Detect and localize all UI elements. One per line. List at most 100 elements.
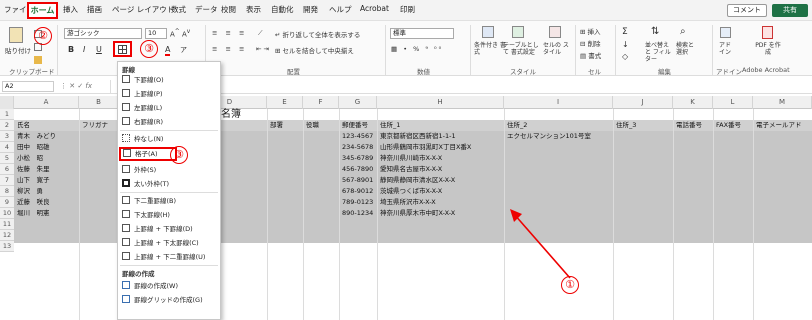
menu-item-top-double-bottom-border[interactable]: 上罫線 + 下二重罫線(U) bbox=[122, 251, 205, 263]
header-cell[interactable]: フリガナ bbox=[82, 120, 108, 131]
autosum-icon[interactable]: Σ bbox=[622, 27, 628, 37]
header-cell[interactable]: 住所_1 bbox=[380, 120, 400, 131]
cell-name[interactable]: 堀川 明憲 bbox=[17, 208, 50, 219]
row-header[interactable]: 5 bbox=[0, 153, 14, 164]
sort-filter-icon[interactable]: ⇅ bbox=[651, 26, 659, 37]
menu-item-top-border[interactable]: 上罫線(P) bbox=[122, 88, 163, 100]
orientation-icon[interactable]: ⟋ bbox=[258, 29, 263, 38]
number-format-icons[interactable]: ▦ • % ⁹ ⁰⁰ bbox=[391, 45, 443, 53]
cell-zip[interactable]: 123-4567 bbox=[342, 131, 373, 142]
header-cell[interactable]: 住所_2 bbox=[507, 120, 527, 131]
column-header-f[interactable]: F bbox=[303, 96, 339, 109]
menu-item-right-border[interactable]: 右罫線(R) bbox=[122, 116, 163, 128]
tab-formulas[interactable]: 数式 bbox=[171, 4, 186, 18]
cell-address2[interactable]: エクセルマンション101号室 bbox=[507, 131, 591, 142]
cell-name[interactable]: 近藤 咲良 bbox=[17, 197, 50, 208]
tab-acrobat[interactable]: Acrobat bbox=[360, 4, 389, 18]
format-cells-button[interactable]: ▤ 書式 bbox=[580, 50, 601, 60]
menu-item-all-borders[interactable]: 格子(A) bbox=[119, 147, 177, 161]
vertical-align-icons[interactable]: ≡ ≡ ≡ bbox=[212, 29, 247, 37]
row-header[interactable]: 2 bbox=[0, 120, 14, 131]
conditional-format-icon[interactable] bbox=[482, 26, 494, 38]
indent-icons[interactable]: ⇤⇥ bbox=[256, 45, 271, 53]
row-header[interactable]: 11 bbox=[0, 219, 14, 230]
cell-zip[interactable]: 234-5678 bbox=[342, 142, 373, 153]
addins-icon[interactable] bbox=[720, 27, 731, 38]
cell-address1[interactable]: 神奈川県川崎市X-X-X bbox=[380, 153, 442, 164]
row-header[interactable]: 10 bbox=[0, 208, 14, 219]
cell-name[interactable]: 小松 昭 bbox=[17, 153, 43, 164]
header-cell[interactable]: 郵便番号 bbox=[342, 120, 368, 131]
tab-home[interactable]: ホーム bbox=[27, 2, 58, 19]
menu-item-left-border[interactable]: 左罫線(L) bbox=[122, 102, 162, 114]
column-header-j[interactable]: J bbox=[613, 96, 673, 109]
cell-name[interactable]: 青木 みどり bbox=[17, 131, 56, 142]
table-format-icon[interactable] bbox=[512, 26, 524, 38]
column-header-b[interactable]: B bbox=[79, 96, 119, 109]
cell-address1[interactable]: 埼玉県所沢市X-X-X bbox=[380, 197, 436, 208]
column-header-i[interactable]: I bbox=[504, 96, 613, 109]
row-header[interactable]: 9 bbox=[0, 197, 14, 208]
menu-item-bottom-border[interactable]: 下罫線(O) bbox=[122, 74, 164, 86]
bold-icon[interactable]: B bbox=[68, 45, 74, 54]
column-header-h[interactable]: H bbox=[377, 96, 504, 109]
clear-icon[interactable]: ◇ bbox=[622, 52, 628, 61]
menu-item-top-thick-bottom-border[interactable]: 上罫線 + 下太罫線(C) bbox=[122, 237, 199, 249]
menu-item-draw-border[interactable]: 罫線の作成(W) bbox=[122, 280, 178, 292]
insert-cells-button[interactable]: ⊞ 挿入 bbox=[580, 26, 601, 36]
tab-insert[interactable]: 挿入 bbox=[63, 4, 78, 18]
borders-button[interactable] bbox=[113, 41, 132, 57]
row-header[interactable]: 3 bbox=[0, 131, 14, 142]
cell-name[interactable]: 山下 寛子 bbox=[17, 175, 50, 186]
row-header[interactable]: 8 bbox=[0, 186, 14, 197]
tab-developer[interactable]: 開発 bbox=[303, 4, 318, 18]
tab-automate[interactable]: 自動化 bbox=[271, 4, 294, 18]
pdf-icon[interactable] bbox=[762, 26, 773, 39]
header-cell[interactable]: 住所_3 bbox=[616, 120, 636, 131]
font-shrink-icon[interactable]: Av bbox=[182, 29, 190, 38]
cell-name[interactable]: 田中 昭雄 bbox=[17, 142, 50, 153]
cell-name[interactable]: 柳沢 勇 bbox=[17, 186, 43, 197]
font-grow-icon[interactable]: A^ bbox=[170, 29, 180, 38]
tab-print[interactable]: 印刷 bbox=[400, 4, 415, 18]
cell-address1[interactable]: 神奈川県厚木市中町X-X-X bbox=[380, 208, 455, 219]
font-color-icon[interactable]: A bbox=[165, 45, 171, 56]
cell-zip[interactable]: 890-1234 bbox=[342, 208, 373, 219]
cell-zip[interactable]: 456-7890 bbox=[342, 164, 373, 175]
comment-button[interactable]: コメント bbox=[727, 4, 767, 17]
delete-cells-button[interactable]: ⊟ 削除 bbox=[580, 38, 601, 48]
find-select-icon[interactable]: ⌕ bbox=[680, 26, 686, 37]
header-cell[interactable]: 電話番号 bbox=[676, 120, 702, 131]
horizontal-align-icons[interactable]: ≡ ≡ ≡ bbox=[212, 45, 247, 53]
menu-item-thick-outside-border[interactable]: 太い外枠(T) bbox=[122, 178, 169, 190]
cell-zip[interactable]: 345-6789 bbox=[342, 153, 373, 164]
cell-address1[interactable]: 静岡県静岡市清水区X-X-X bbox=[380, 175, 455, 186]
menu-item-draw-border-grid[interactable]: 罫線グリッドの作成(G) bbox=[122, 294, 203, 306]
formula-icons[interactable]: ⋮ ✕ ✓ fx bbox=[60, 82, 92, 90]
row-header[interactable]: 13 bbox=[0, 241, 14, 252]
cell-address1[interactable]: 山形県鶴岡市羽黒町X丁目X番X bbox=[380, 142, 471, 153]
tab-help[interactable]: ヘルプ bbox=[329, 4, 352, 18]
tab-data[interactable]: データ bbox=[195, 4, 218, 18]
underline-icon[interactable]: U bbox=[96, 45, 102, 54]
font-name-combo[interactable]: 游ゴシック bbox=[64, 28, 142, 39]
font-size-combo[interactable]: 10 bbox=[145, 28, 167, 39]
column-header-l[interactable]: L bbox=[713, 96, 753, 109]
column-header-a[interactable]: A bbox=[14, 96, 79, 109]
phonetic-icon[interactable]: ア bbox=[180, 45, 187, 55]
row-header[interactable]: 12 bbox=[0, 230, 14, 241]
tab-view[interactable]: 表示 bbox=[246, 4, 261, 18]
header-cell[interactable]: FAX番号 bbox=[716, 120, 741, 131]
header-cell[interactable]: 役職 bbox=[306, 120, 319, 131]
column-header-m[interactable]: M bbox=[753, 96, 812, 109]
italic-icon[interactable]: I bbox=[83, 45, 85, 54]
format-painter-icon[interactable] bbox=[34, 56, 42, 64]
cell-style-icon[interactable] bbox=[549, 26, 561, 38]
menu-item-outside-border[interactable]: 外枠(S) bbox=[122, 164, 156, 176]
menu-item-top-bottom-border[interactable]: 上罫線 + 下罫線(D) bbox=[122, 223, 193, 235]
cell-zip[interactable]: 678-9012 bbox=[342, 186, 373, 197]
number-format-combo[interactable]: 標準 bbox=[390, 28, 454, 39]
tab-review[interactable]: 校閲 bbox=[221, 4, 236, 18]
fill-icon[interactable]: ↓ bbox=[622, 40, 629, 49]
share-button[interactable]: 共有 bbox=[772, 4, 808, 17]
